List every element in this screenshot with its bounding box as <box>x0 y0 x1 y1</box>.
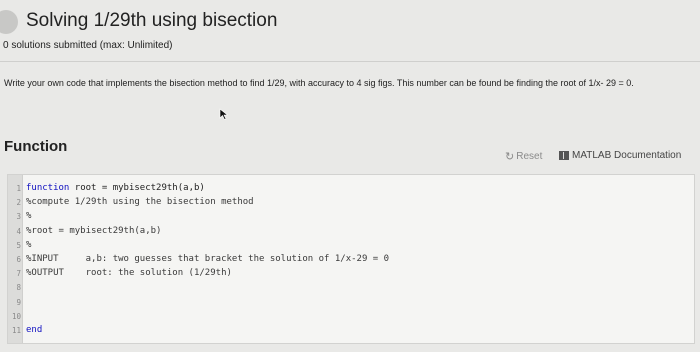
line-code: %root = mybisect29th(a,b) <box>26 224 161 239</box>
code-text: % <box>26 239 32 250</box>
line-number: 3 <box>16 212 21 222</box>
line-code: %OUTPUT root: the solution (1/29th) <box>26 266 232 281</box>
mouse-cursor-icon <box>219 108 229 120</box>
function-section-title: Function <box>4 138 68 155</box>
line-number: 6 <box>16 255 21 264</box>
book-icon <box>559 151 569 160</box>
problem-description: Write your own code that implements the … <box>4 78 634 88</box>
line-number: 7 <box>16 269 21 279</box>
line-number: 1 <box>16 184 21 193</box>
submission-count: 0 solutions submitted (max: Unlimited) <box>3 40 173 51</box>
line-code: %compute 1/29th using the bisection meth… <box>26 195 254 210</box>
code-text: %OUTPUT root: the solution (1/29th) <box>26 268 232 279</box>
reset-icon: ↻ <box>505 151 515 163</box>
code-editor[interactable]: 1 function root = mybisect29th(a,b) 2 %comp… <box>7 174 695 344</box>
code-text: %INPUT a,b: two guesses that bracket the… <box>26 254 390 264</box>
line-code: %INPUT a,b: two guesses that bracket the… <box>26 252 389 267</box>
code-text: %root = mybisect29th(a,b) <box>26 225 162 236</box>
keyword: end <box>26 325 43 335</box>
line-code: end <box>26 323 42 338</box>
code-text: % <box>26 211 32 222</box>
matlab-documentation-button[interactable]: MATLAB Documentation <box>559 150 681 161</box>
header-divider <box>0 61 700 62</box>
line-number: 9 <box>16 297 21 307</box>
line-code: function root = mybisect29th(a,b) <box>26 181 205 196</box>
page-header: Solving 1/29th using bisection 0 solutio… <box>0 0 700 64</box>
line-number: 4 <box>16 226 21 236</box>
line-number: 11 <box>11 326 21 335</box>
line-code: % <box>26 238 31 253</box>
line-number: 2 <box>16 198 21 208</box>
code-text: root = mybisect29th(a,b) <box>69 183 205 193</box>
reset-button[interactable]: ↻ Reset <box>505 150 542 163</box>
line-number: 5 <box>16 240 21 250</box>
status-indicator-icon <box>0 10 18 34</box>
documentation-label: MATLAB Documentation <box>572 150 682 161</box>
code-text: %compute 1/29th using the bisection meth… <box>26 197 254 208</box>
line-number: 8 <box>16 283 21 293</box>
line-code: % <box>26 209 31 224</box>
keyword: function <box>26 183 70 193</box>
reset-label: Reset <box>516 151 543 162</box>
line-number: 10 <box>11 311 21 321</box>
page-title: Solving 1/29th using bisection <box>26 10 278 31</box>
